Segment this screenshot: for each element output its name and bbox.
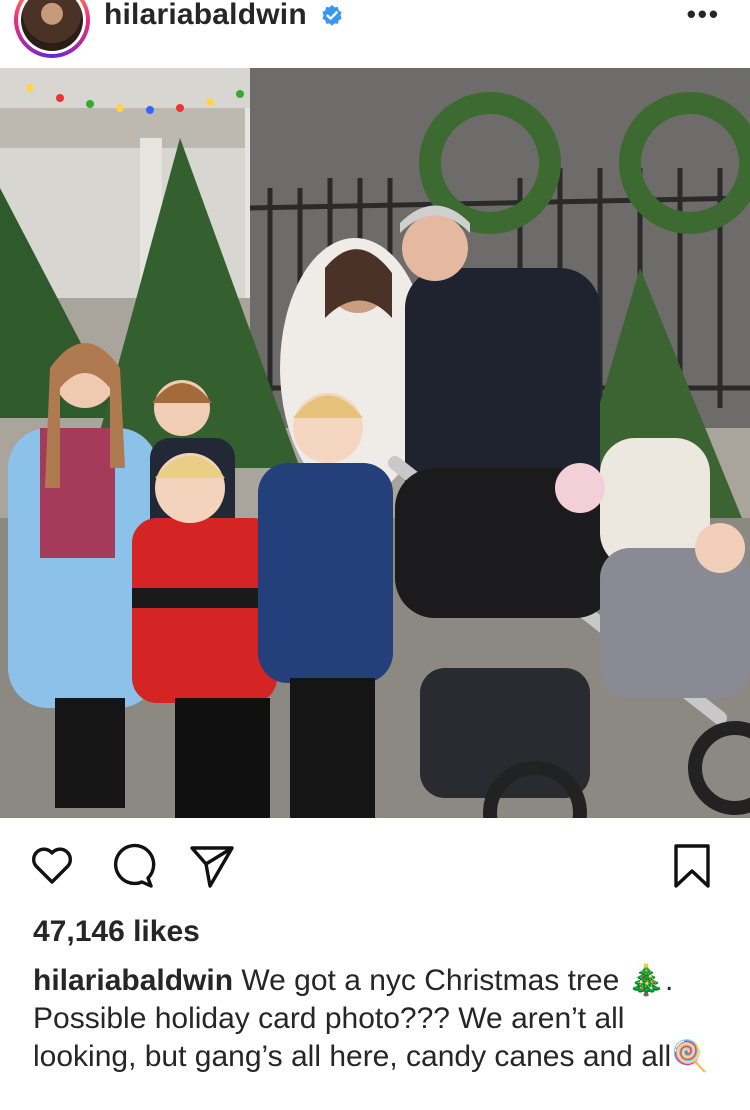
comment-icon[interactable] [108, 842, 156, 890]
family-christmas-tree-photo [0, 68, 750, 818]
post-caption: hilariabaldwin We got a nyc Christmas tr… [33, 962, 723, 1076]
christmas-tree-emoji: 🎄 [627, 964, 666, 997]
post-action-bar [0, 830, 750, 902]
likes-count[interactable]: 47,146 likes [33, 915, 200, 949]
send-icon[interactable] [188, 842, 236, 890]
verified-badge-icon [322, 5, 342, 26]
post-username[interactable]: hilariabaldwin [104, 0, 307, 30]
lollipop-emoji: 🍭 [671, 1040, 709, 1073]
avatar-border [18, 0, 86, 54]
avatar[interactable] [14, 0, 90, 58]
caption-username[interactable]: hilariabaldwin [33, 964, 233, 997]
caption-text-part1: We got a nyc Christmas tree [241, 964, 620, 997]
post-header: hilariabaldwin ••• [0, 0, 750, 66]
avatar-image [21, 0, 83, 51]
heart-icon[interactable] [28, 842, 76, 890]
bookmark-icon[interactable] [670, 842, 714, 890]
post-photo[interactable] [0, 68, 750, 818]
more-options-button[interactable]: ••• [687, 1, 720, 27]
